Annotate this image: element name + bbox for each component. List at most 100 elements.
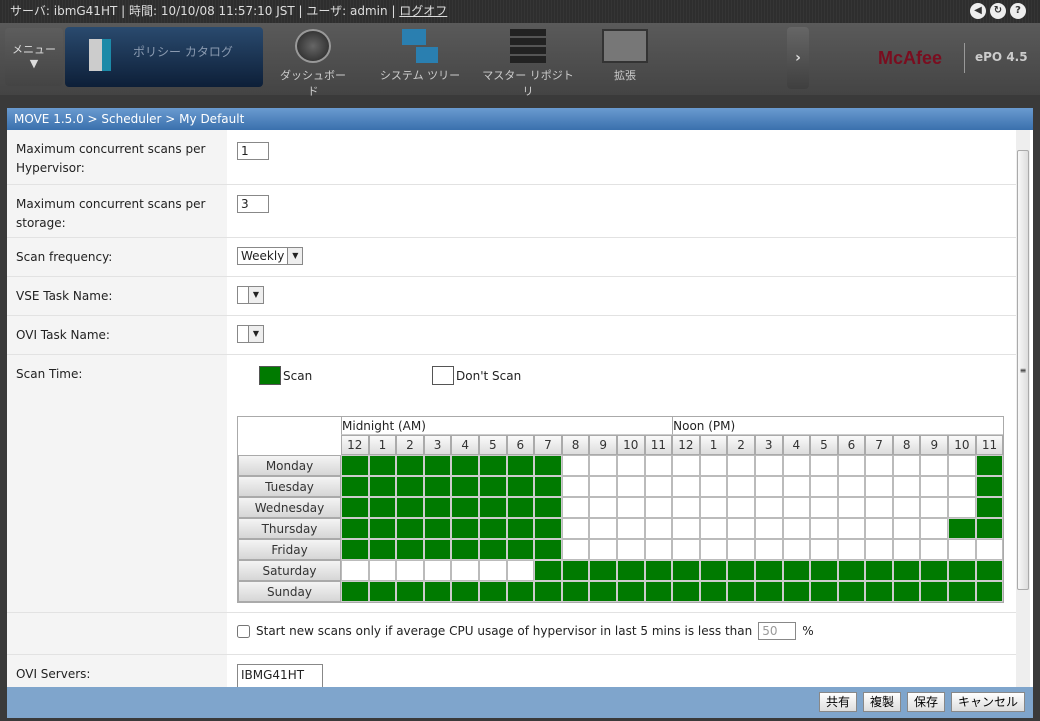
ovi-task-select[interactable]: ▼: [237, 325, 264, 343]
time-slot[interactable]: [423, 560, 452, 581]
time-slot[interactable]: [561, 581, 590, 602]
time-slot[interactable]: [948, 497, 976, 518]
time-slot[interactable]: [506, 581, 535, 602]
nav-master-repository[interactable]: マスター リポジトリ: [478, 29, 578, 99]
time-slot[interactable]: [727, 560, 755, 581]
time-slot[interactable]: [368, 476, 397, 497]
time-slot[interactable]: [589, 476, 617, 497]
hour-header[interactable]: 4: [782, 435, 811, 455]
time-slot[interactable]: [754, 497, 783, 518]
day-header[interactable]: Thursday: [238, 518, 341, 539]
time-slot[interactable]: [589, 497, 617, 518]
nav-scroll-right-button[interactable]: ›: [787, 27, 809, 89]
time-slot[interactable]: [699, 476, 728, 497]
scan-schedule-grid[interactable]: Midnight (AM) Noon (PM) 12 1 2 3 4 5 6 7 8 9 10 11 12 1…: [237, 416, 1005, 603]
cancel-button[interactable]: キャンセル: [950, 692, 1025, 712]
time-slot[interactable]: [754, 518, 783, 539]
time-slot[interactable]: [589, 539, 617, 560]
cpu-limit-checkbox[interactable]: [237, 624, 250, 638]
time-slot[interactable]: [368, 455, 397, 476]
day-header[interactable]: Sunday: [238, 581, 341, 602]
max-hypervisor-input[interactable]: 1: [237, 142, 269, 160]
time-slot[interactable]: [534, 476, 562, 497]
time-slot[interactable]: [644, 497, 673, 518]
time-slot[interactable]: [672, 518, 700, 539]
hour-header[interactable]: 10: [948, 435, 976, 455]
time-slot[interactable]: [451, 476, 479, 497]
help-icon[interactable]: ?: [1010, 3, 1026, 19]
time-slot[interactable]: [672, 455, 700, 476]
time-slot[interactable]: [892, 497, 921, 518]
time-slot[interactable]: [975, 581, 1004, 602]
hour-header[interactable]: 10: [616, 435, 645, 455]
time-slot[interactable]: [561, 560, 590, 581]
time-slot[interactable]: [920, 455, 949, 476]
time-slot[interactable]: [754, 455, 783, 476]
hour-header[interactable]: 6: [506, 435, 535, 455]
time-slot[interactable]: [837, 539, 866, 560]
time-slot[interactable]: [920, 518, 949, 539]
vertical-scrollbar[interactable]: ≡: [1016, 130, 1030, 687]
time-slot[interactable]: [341, 518, 369, 539]
nav-policy-catalog[interactable]: ポリシー カタログ: [65, 27, 263, 87]
time-slot[interactable]: [396, 560, 424, 581]
time-slot[interactable]: [368, 497, 397, 518]
time-slot[interactable]: [948, 455, 976, 476]
time-slot[interactable]: [754, 476, 783, 497]
menu-button[interactable]: メニュー ▼: [5, 28, 63, 86]
time-slot[interactable]: [865, 581, 893, 602]
time-slot[interactable]: [644, 539, 673, 560]
time-slot[interactable]: [616, 455, 645, 476]
time-slot[interactable]: [975, 497, 1004, 518]
time-slot[interactable]: [727, 518, 755, 539]
hour-header[interactable]: 7: [865, 435, 893, 455]
time-slot[interactable]: [451, 560, 479, 581]
time-slot[interactable]: [948, 581, 976, 602]
time-slot[interactable]: [865, 560, 893, 581]
time-slot[interactable]: [506, 560, 535, 581]
cpu-percent-input[interactable]: 50: [758, 622, 797, 640]
time-slot[interactable]: [423, 518, 452, 539]
time-slot[interactable]: [616, 497, 645, 518]
hour-header[interactable]: 2: [396, 435, 424, 455]
time-slot[interactable]: [506, 455, 535, 476]
time-slot[interactable]: [534, 581, 562, 602]
time-slot[interactable]: [699, 518, 728, 539]
time-slot[interactable]: [396, 455, 424, 476]
time-slot[interactable]: [644, 560, 673, 581]
refresh-icon[interactable]: ↻: [990, 3, 1006, 19]
hour-header[interactable]: 1: [368, 435, 397, 455]
time-slot[interactable]: [451, 455, 479, 476]
time-slot[interactable]: [837, 560, 866, 581]
day-header[interactable]: Saturday: [238, 560, 341, 581]
time-slot[interactable]: [616, 518, 645, 539]
time-slot[interactable]: [699, 497, 728, 518]
day-header[interactable]: Wednesday: [238, 497, 341, 518]
time-slot[interactable]: [782, 581, 811, 602]
time-slot[interactable]: [478, 539, 507, 560]
nav-system-tree[interactable]: システム ツリー: [375, 29, 465, 83]
time-slot[interactable]: [423, 476, 452, 497]
time-slot[interactable]: [341, 497, 369, 518]
max-storage-input[interactable]: 3: [237, 195, 269, 213]
time-slot[interactable]: [589, 581, 617, 602]
time-slot[interactable]: [368, 518, 397, 539]
time-slot[interactable]: [506, 476, 535, 497]
time-slot[interactable]: [561, 518, 590, 539]
time-slot[interactable]: [892, 560, 921, 581]
hour-header[interactable]: 12: [672, 435, 700, 455]
hour-header[interactable]: 4: [451, 435, 479, 455]
time-slot[interactable]: [865, 455, 893, 476]
share-button[interactable]: 共有: [818, 692, 857, 712]
time-slot[interactable]: [810, 560, 838, 581]
hour-header[interactable]: 11: [975, 435, 1004, 455]
logoff-link[interactable]: ログオフ: [399, 4, 447, 18]
time-slot[interactable]: [423, 455, 452, 476]
time-slot[interactable]: [396, 518, 424, 539]
time-slot[interactable]: [892, 476, 921, 497]
time-slot[interactable]: [616, 560, 645, 581]
time-slot[interactable]: [865, 497, 893, 518]
time-slot[interactable]: [506, 539, 535, 560]
time-slot[interactable]: [727, 455, 755, 476]
time-slot[interactable]: [782, 455, 811, 476]
